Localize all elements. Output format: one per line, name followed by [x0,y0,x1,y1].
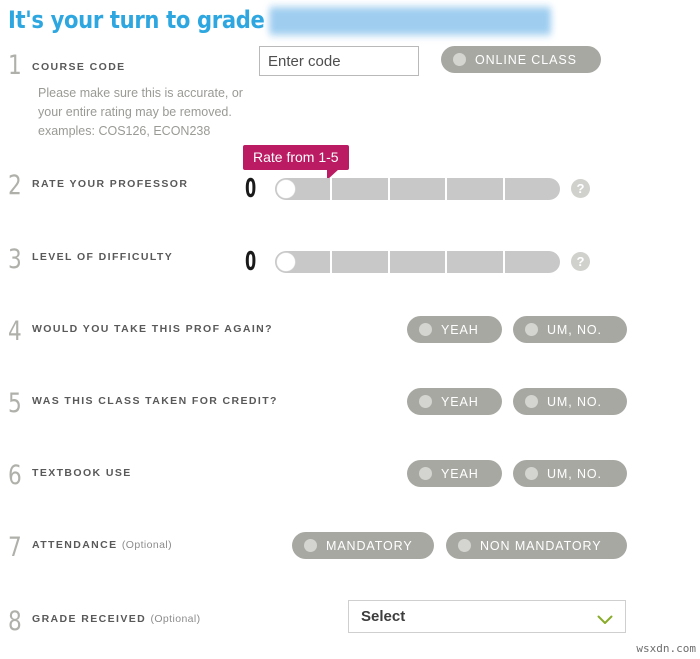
grade-received-label-text: GRADE RECEIVED [32,613,147,625]
attendance-mandatory-button[interactable]: MANDATORY [292,532,434,559]
label-attendance: ATTENDANCE (Optional) [32,539,172,551]
course-code-input-wrap [259,46,491,76]
slider-segment[interactable] [390,178,448,200]
difficulty-slider-track[interactable] [275,251,560,273]
online-class-label: ONLINE CLASS [475,52,577,67]
watermark: wsxdn.com [636,642,696,655]
textbook-no-button[interactable]: UM, NO. [513,460,627,487]
chevron-down-icon [597,612,613,624]
take-again-no-button[interactable]: UM, NO. [513,316,627,343]
step-number-6: 6 [8,460,22,491]
label-grade-received: GRADE RECEIVED (Optional) [32,613,201,625]
course-code-help-text: Please make sure this is accurate, or yo… [38,86,243,138]
online-class-button[interactable]: ONLINE CLASS [441,46,601,73]
attendance-non-mandatory-label: NON MANDATORY [480,538,602,553]
radio-dot-icon [525,395,538,408]
for-credit-no-label: UM, NO. [547,394,602,409]
redacted-professor-name: Professor Name Hidden [269,7,551,35]
textbook-yes-label: YEAH [441,466,479,481]
page-title-text: It's your turn to grade [8,6,265,34]
grade-received-select[interactable]: Select [348,600,626,633]
rate-slider-track[interactable] [275,178,560,200]
take-again-yes-label: YEAH [441,322,479,337]
page-title: It's your turn to gradeProfessor Name Hi… [8,6,551,35]
step-number-7: 7 [8,532,22,563]
grade-received-optional-tag: (Optional) [150,613,201,625]
slider-segment[interactable] [332,178,390,200]
label-rate-professor: RATE YOUR PROFESSOR [32,178,189,190]
slider-segment[interactable] [505,178,560,200]
label-take-again: WOULD YOU TAKE THIS PROF AGAIN? [32,323,273,335]
take-again-no-label: UM, NO. [547,322,602,337]
for-credit-yes-label: YEAH [441,394,479,409]
radio-dot-icon [304,539,317,552]
attendance-label-text: ATTENDANCE [32,539,118,551]
textbook-yes-button[interactable]: YEAH [407,460,502,487]
radio-dot-icon [419,323,432,336]
step-number-1: 1 [8,50,22,81]
attendance-non-mandatory-button[interactable]: NON MANDATORY [446,532,627,559]
radio-dot-icon [419,467,432,480]
rate-slider-knob[interactable] [277,180,295,198]
difficulty-help-icon[interactable]: ? [571,252,590,271]
attendance-mandatory-label: MANDATORY [326,538,413,553]
rate-help-icon[interactable]: ? [571,179,590,198]
radio-dot-icon [419,395,432,408]
textbook-no-label: UM, NO. [547,466,602,481]
label-course-code: COURSE CODE [32,61,126,73]
step-number-4: 4 [8,316,22,347]
label-for-credit: WAS THIS CLASS TAKEN FOR CREDIT? [32,395,278,407]
difficulty-value: 0 [245,247,257,277]
radio-dot-icon [458,539,471,552]
for-credit-yes-button[interactable]: YEAH [407,388,502,415]
attendance-optional-tag: (Optional) [121,539,172,551]
slider-segment[interactable] [447,178,505,200]
grade-received-select-value: Select [361,608,406,625]
radio-dot-icon [525,467,538,480]
label-textbook-use: TEXTBOOK USE [32,467,132,479]
for-credit-no-button[interactable]: UM, NO. [513,388,627,415]
slider-segment[interactable] [332,251,390,273]
rate-value: 0 [245,174,257,204]
radio-dot-icon [525,323,538,336]
step-number-3: 3 [8,244,22,275]
slider-segment[interactable] [390,251,448,273]
label-difficulty: LEVEL OF DIFFICULTY [32,251,174,263]
step-number-2: 2 [8,170,22,201]
rate-tooltip: Rate from 1-5 [243,145,349,180]
slider-segment[interactable] [447,251,505,273]
step-number-5: 5 [8,388,22,419]
radio-dot-icon [453,53,466,66]
difficulty-slider-knob[interactable] [277,253,295,271]
slider-segment[interactable] [505,251,560,273]
take-again-yes-button[interactable]: YEAH [407,316,502,343]
step-number-8: 8 [8,606,22,637]
